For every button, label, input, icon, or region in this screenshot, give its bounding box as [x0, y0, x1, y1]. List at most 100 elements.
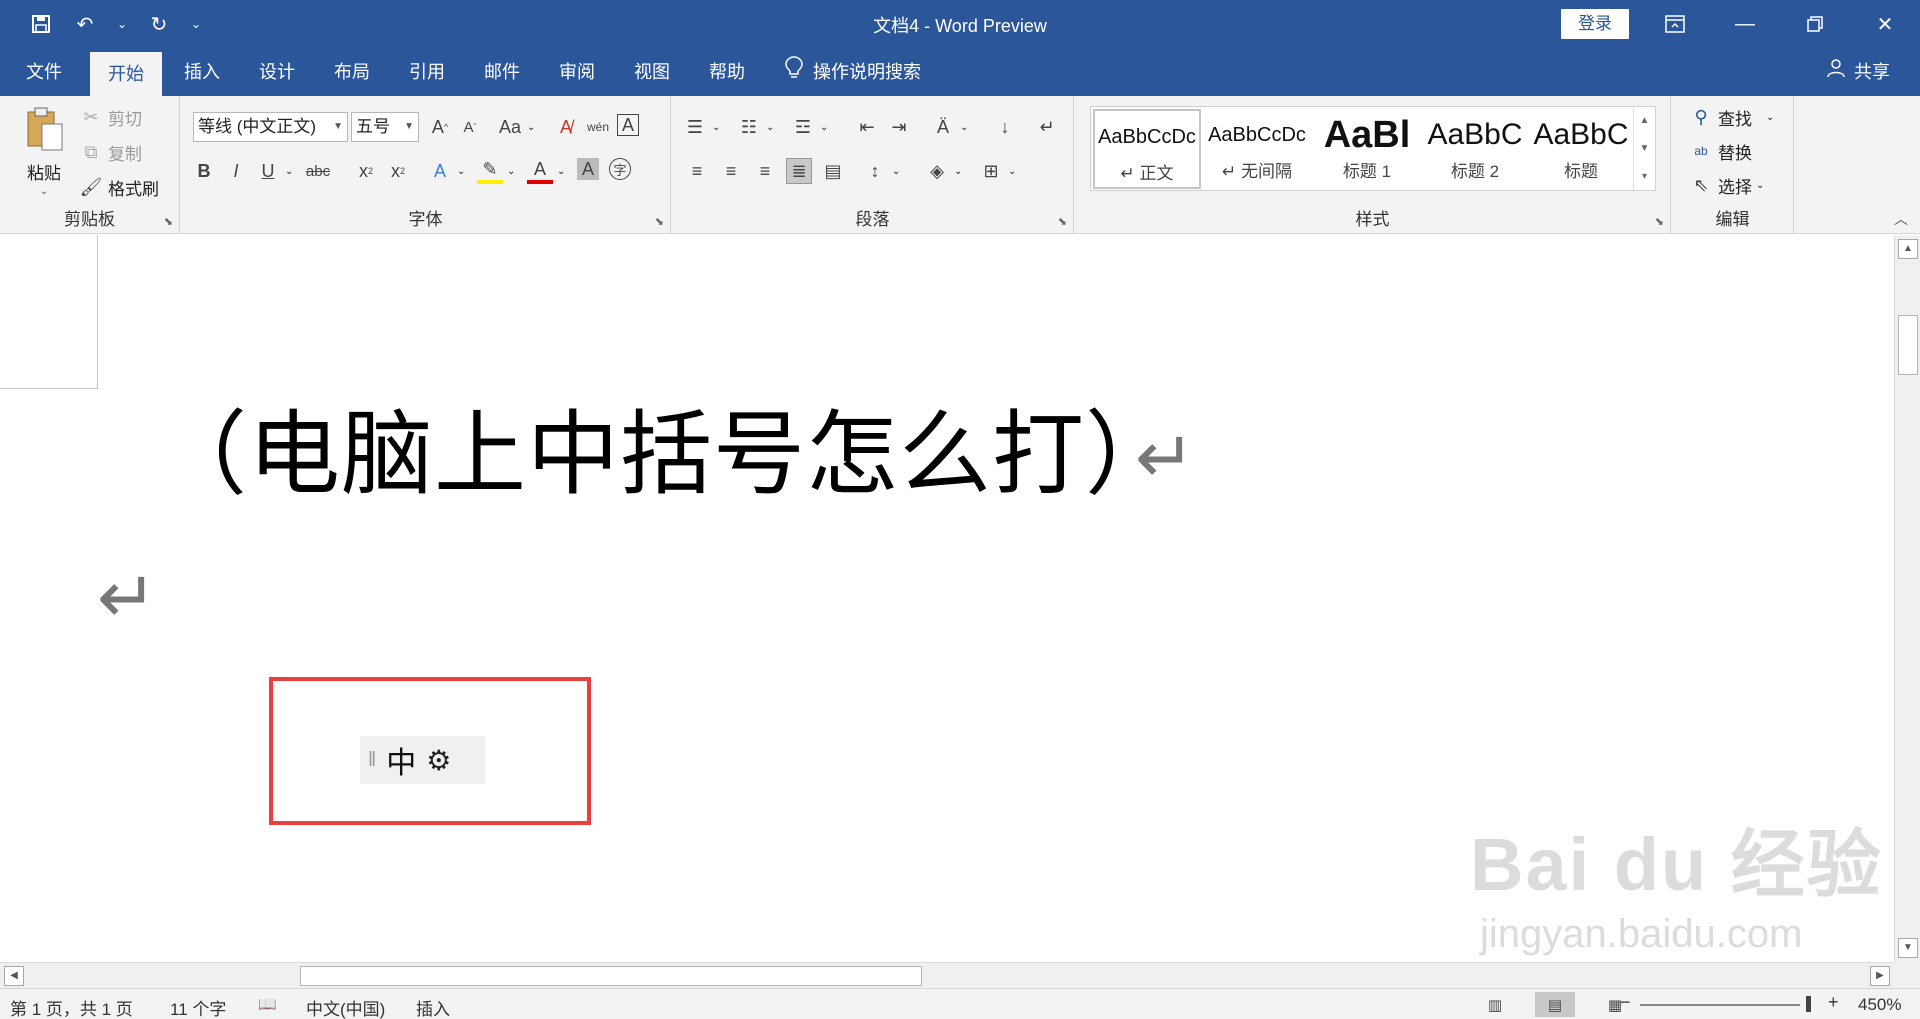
document-heading[interactable]: （电脑上中括号怎么打）	[155, 400, 1178, 510]
tab-insert[interactable]: 插入	[168, 48, 236, 96]
replace-button[interactable]: ab 替换	[1688, 138, 1752, 164]
grow-font-button[interactable]: A ^	[427, 114, 453, 140]
tell-me-search[interactable]: 操作说明搜索	[785, 48, 921, 96]
scroll-right-icon[interactable]: ▶	[1870, 966, 1890, 986]
tab-design[interactable]: 设计	[243, 48, 311, 96]
change-case-button[interactable]: Aa ⌄	[497, 114, 535, 140]
gear-icon[interactable]: ⚙	[426, 744, 451, 777]
underline-button[interactable]: U ⌄	[255, 158, 294, 184]
zoom-slider-thumb[interactable]	[1806, 996, 1811, 1012]
styles-gallery-scroll[interactable]: ▲ ▼ ▾	[1633, 107, 1655, 190]
drag-handle-icon[interactable]: ‖	[368, 749, 376, 772]
read-mode-icon[interactable]: ▥	[1475, 992, 1515, 1017]
tab-view[interactable]: 视图	[618, 48, 686, 96]
show-marks-button[interactable]: ↵	[1034, 114, 1060, 140]
copy-button[interactable]: ⧉ 复制	[78, 139, 142, 165]
language-indicator[interactable]: 中文(中国)	[306, 995, 385, 1019]
char-shading-button[interactable]: A	[577, 158, 599, 180]
increase-indent-button[interactable]: ⇥	[886, 114, 912, 140]
insert-mode-indicator[interactable]: 插入	[416, 995, 450, 1019]
distributed-button[interactable]: ▤	[820, 158, 846, 184]
style-title[interactable]: AaBbC 标题	[1527, 109, 1635, 189]
phonetic-guide-button[interactable]: wén	[585, 114, 611, 140]
cut-button[interactable]: ✂ 剪切	[78, 104, 142, 130]
zoom-slider-track[interactable]	[1640, 1004, 1800, 1006]
horizontal-scroll-thumb[interactable]	[300, 966, 922, 986]
close-icon[interactable]: ✕	[1850, 0, 1920, 48]
word-count[interactable]: 11 个字	[170, 995, 226, 1019]
shading-button[interactable]: ◈ ⌄	[924, 158, 962, 184]
font-name-combo[interactable]: 等线 (中文正文) ▼	[193, 112, 348, 142]
chevron-up-icon[interactable]: ▲	[1640, 115, 1650, 126]
scroll-down-icon[interactable]: ▼	[1898, 938, 1918, 958]
vertical-scroll-thumb[interactable]	[1898, 315, 1918, 375]
subscript-button[interactable]: x2	[353, 158, 379, 184]
tab-file[interactable]: 文件	[10, 48, 78, 96]
share-button[interactable]: 共享	[1826, 48, 1890, 96]
numbering-button[interactable]: ☷ ⌄	[736, 114, 774, 140]
bold-button[interactable]: B	[191, 158, 217, 184]
justify-button[interactable]: ≣	[786, 158, 812, 184]
style-heading-1[interactable]: AaBl 标题 1	[1313, 109, 1421, 189]
font-launcher-icon[interactable]: ⬊	[655, 215, 664, 228]
select-button[interactable]: ⇖ 选择 ⌄	[1688, 172, 1764, 198]
document-area[interactable]: （电脑上中括号怎么打） ↵ ↵ ‖ 中 ⚙ Bai du 经验 jingyan.…	[0, 235, 1894, 962]
clear-format-button[interactable]: A̸	[553, 114, 579, 140]
chevron-down-icon[interactable]: ▼	[1640, 143, 1650, 154]
shrink-font-button[interactable]: Aˇ	[457, 114, 483, 140]
collapse-ribbon-icon[interactable]: ︿	[1894, 209, 1908, 229]
line-spacing-button[interactable]: ↕ ⌄	[862, 158, 901, 184]
styles-launcher-icon[interactable]: ⬊	[1655, 215, 1664, 228]
print-layout-icon[interactable]: ▤	[1535, 992, 1575, 1017]
sort-button[interactable]: ↓	[992, 114, 1018, 140]
login-button[interactable]: 登录	[1561, 9, 1629, 39]
strikethrough-button[interactable]: abc	[305, 158, 331, 184]
align-right-button[interactable]: ≡	[752, 158, 778, 184]
zoom-in-icon[interactable]: +	[1828, 992, 1839, 1013]
superscript-button[interactable]: x2	[385, 158, 411, 184]
multilevel-list-button[interactable]: ☲ ⌄	[790, 114, 828, 140]
style-no-spacing[interactable]: AaBbCcDc ↵ 无间隔	[1203, 109, 1311, 189]
style-normal[interactable]: AaBbCcDc ↵ 正文	[1093, 109, 1201, 189]
font-size-combo[interactable]: 五号 ▼	[351, 112, 419, 142]
bullets-button[interactable]: ☰ ⌄	[682, 114, 720, 140]
style-heading-2[interactable]: AaBbC 标题 2	[1421, 109, 1529, 189]
tab-layout[interactable]: 布局	[318, 48, 386, 96]
enclose-char-button[interactable]: 字	[609, 158, 631, 180]
align-center-button[interactable]: ≡	[718, 158, 744, 184]
font-color-button[interactable]: A ⌄	[527, 158, 565, 184]
tab-review[interactable]: 审阅	[543, 48, 611, 96]
align-left-button[interactable]: ≡	[684, 158, 710, 184]
tab-help[interactable]: 帮助	[693, 48, 761, 96]
restore-icon[interactable]	[1780, 0, 1850, 48]
zoom-level[interactable]: 450%	[1858, 995, 1901, 1015]
decrease-indent-button[interactable]: ⇤	[854, 114, 880, 140]
borders-button[interactable]: ⊞ ⌄	[978, 158, 1016, 184]
chinese-layout-button[interactable]: Ä ⌄	[930, 114, 968, 140]
paragraph-launcher-icon[interactable]: ⬊	[1058, 215, 1067, 228]
char-border-button[interactable]: A	[617, 114, 639, 136]
highlight-button[interactable]: ✎ ⌄	[477, 158, 515, 184]
proofing-icon[interactable]: 📖	[258, 995, 277, 1013]
page-count[interactable]: 第 1 页，共 1 页	[10, 995, 133, 1019]
scroll-left-icon[interactable]: ◀	[4, 966, 24, 986]
more-icon[interactable]: ▾	[1642, 171, 1647, 182]
ribbon-display-icon[interactable]	[1640, 0, 1710, 48]
ime-mode-indicator[interactable]: 中	[386, 738, 416, 782]
zoom-out-icon[interactable]: −	[1620, 992, 1631, 1013]
italic-button[interactable]: I	[223, 158, 249, 184]
vertical-scrollbar[interactable]: ▲ ▼	[1894, 235, 1920, 962]
paste-button[interactable]: 粘贴 ⌄	[16, 106, 72, 197]
tab-references[interactable]: 引用	[393, 48, 461, 96]
copy-icon: ⧉	[84, 141, 98, 162]
ime-toolbar[interactable]: ‖ 中 ⚙	[360, 736, 485, 784]
tab-home[interactable]: 开始	[90, 52, 162, 96]
tab-mailings[interactable]: 邮件	[468, 48, 536, 96]
format-painter-button[interactable]: 🖌 格式刷	[78, 174, 159, 200]
horizontal-scrollbar[interactable]: ◀ ▶	[0, 962, 1894, 988]
minimize-icon[interactable]: —	[1710, 0, 1780, 48]
text-effects-button[interactable]: A ⌄	[427, 158, 465, 184]
find-button[interactable]: ⚲ 查找 ⌄	[1688, 104, 1774, 130]
clipboard-launcher-icon[interactable]: ⬊	[164, 215, 173, 228]
scroll-up-icon[interactable]: ▲	[1898, 239, 1918, 259]
